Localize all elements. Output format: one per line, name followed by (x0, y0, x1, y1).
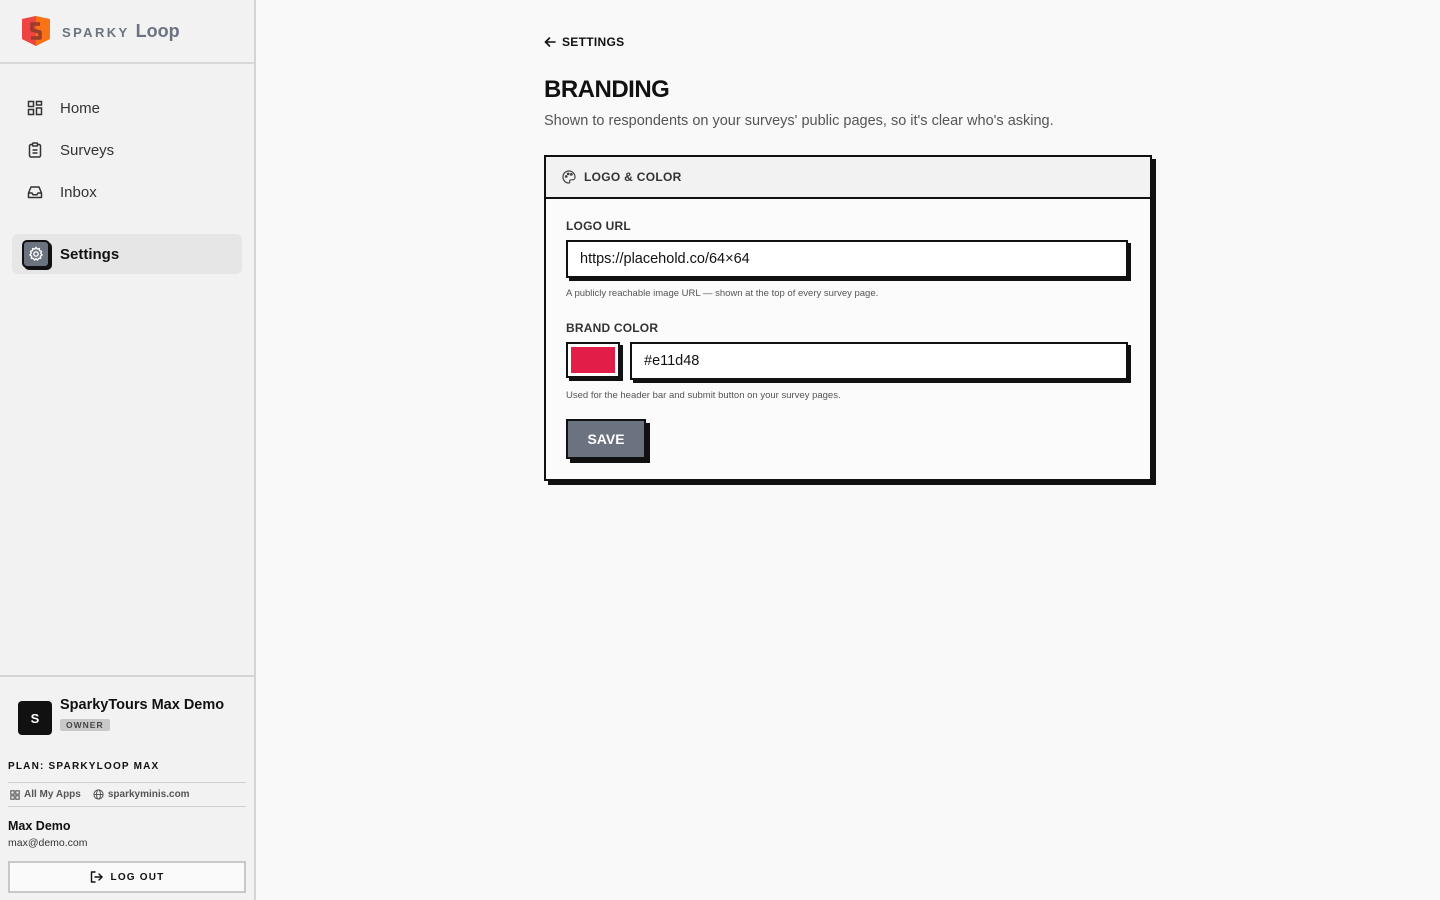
brand-color-row (566, 342, 1130, 380)
palette-icon (562, 170, 576, 184)
logo-url-input[interactable] (566, 240, 1128, 278)
card-header: LOGO & COLOR (546, 157, 1150, 199)
sidebar-item-label: Surveys (60, 141, 115, 159)
all-my-apps-link[interactable]: All My Apps (10, 789, 81, 800)
back-label: SETTINGS (562, 35, 625, 49)
brand-color-picker[interactable] (566, 342, 620, 378)
org-switcher[interactable]: S SparkyTours Max Demo OWNER (8, 677, 246, 757)
card-body: LOGO URL A publicly reachable image URL … (546, 199, 1150, 459)
role-badge: OWNER (60, 719, 110, 731)
logo-color-card: LOGO & COLOR LOGO URL A publicly reachab… (544, 155, 1152, 481)
avatar: S (18, 701, 52, 735)
logo-url-help: A publicly reachable image URL — shown a… (566, 288, 879, 299)
page-title: BRANDING (544, 76, 670, 103)
logout-button[interactable]: LOG OUT (8, 861, 246, 893)
brand-word-loop: Loop (135, 20, 180, 41)
brand-color-input[interactable] (630, 342, 1128, 380)
user-email: max@demo.com (8, 837, 88, 849)
brand-color-swatch (571, 347, 615, 373)
globe-icon (93, 789, 104, 800)
sidebar-item-label: Inbox (60, 183, 97, 201)
sidebar-item-home[interactable]: Home (12, 88, 242, 128)
clipboard-icon (26, 141, 44, 159)
sidebar-item-label: Home (60, 99, 101, 117)
inbox-icon (26, 183, 44, 201)
sidebar-item-surveys[interactable]: Surveys (12, 130, 242, 170)
brand[interactable]: SPARKY Loop (0, 0, 254, 64)
logo-url-label: LOGO URL (566, 219, 631, 233)
sidebar-item-label: Settings (60, 245, 120, 263)
account-panel: S SparkyTours Max Demo OWNER PLAN: SPARK… (0, 675, 254, 900)
gear-icon (22, 240, 50, 268)
sidebar-nav: Home Surveys Inbox Settings (0, 64, 254, 274)
website-label: sparkyminis.com (107, 789, 190, 800)
back-to-settings-link[interactable]: SETTINGS (544, 35, 624, 49)
plan-label: PLAN: SPARKYLOOP MAX (8, 757, 246, 783)
card-header-label: LOGO & COLOR (584, 170, 682, 184)
arrow-left-icon (544, 37, 556, 47)
sidebar-item-settings[interactable]: Settings (12, 234, 242, 274)
all-my-apps-label: All My Apps (24, 789, 81, 800)
grid-icon (26, 99, 44, 117)
user-info: Max Demo max@demo.com (8, 807, 246, 849)
save-button[interactable]: SAVE (566, 419, 646, 459)
account-links: All My Apps sparkyminis.com (8, 783, 246, 807)
website-link[interactable]: sparkyminis.com (93, 789, 190, 800)
sparkyloop-logo-icon (22, 16, 50, 46)
sidebar-item-inbox[interactable]: Inbox (12, 172, 242, 212)
sidebar: SPARKY Loop Home Surveys Inbox Settings … (0, 0, 256, 900)
org-name: SparkyTours Max Demo (60, 697, 225, 713)
grid-icon (10, 789, 20, 800)
brand-word-sparky: SPARKY (62, 24, 130, 40)
logout-label: LOG OUT (110, 871, 165, 883)
user-name: Max Demo (8, 819, 71, 833)
logout-icon (90, 871, 103, 883)
brand-color-help: Used for the header bar and submit butto… (566, 390, 841, 401)
page-subtitle: Shown to respondents on your surveys' pu… (544, 113, 1054, 129)
brand-color-label: BRAND COLOR (566, 321, 659, 335)
